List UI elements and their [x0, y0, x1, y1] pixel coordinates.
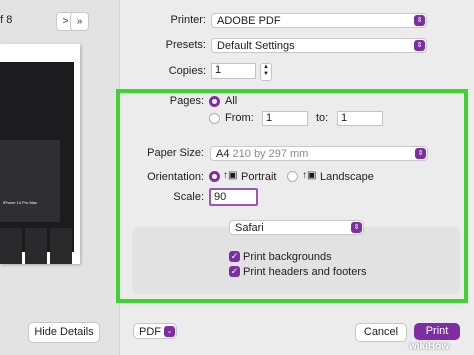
print-backgrounds-checkbox[interactable]: ✓	[229, 251, 240, 262]
paper-size-label: Paper Size:	[147, 147, 204, 159]
scale-field[interactable]: 90	[209, 188, 258, 206]
portrait-radio[interactable]	[209, 171, 220, 182]
checkmark-icon: ✓	[230, 266, 239, 276]
thumbnail-caption: iPhone 14 Pro Max	[3, 200, 38, 205]
pdf-menu-button[interactable]: PDF ⌄	[133, 323, 177, 339]
next-page-button[interactable]: »	[70, 12, 89, 31]
thumbnail-tiles	[0, 228, 74, 264]
print-button[interactable]: Print	[414, 323, 460, 340]
printer-select[interactable]: ADOBE PDF ⇕	[211, 13, 427, 28]
hide-details-button[interactable]: Hide Details	[28, 322, 100, 343]
chevron-updown-icon: ⇕	[414, 15, 425, 26]
presets-value: Default Settings	[217, 40, 295, 52]
page-counter: of 8	[0, 14, 13, 26]
presets-select[interactable]: Default Settings ⇕	[211, 38, 427, 53]
landscape-label: Landscape	[320, 171, 374, 183]
paper-size-dimensions: 210 by 297 mm	[232, 148, 309, 160]
pages-from-label: From:	[225, 112, 254, 124]
pages-to-label: to:	[316, 112, 329, 124]
pages-to-field[interactable]: 1	[337, 111, 383, 126]
orientation-label: Orientation:	[147, 171, 204, 183]
wikihow-watermark: wikiHow	[409, 341, 450, 352]
print-headers-footers-label: Print headers and footers	[243, 266, 367, 278]
pages-all-label: All	[225, 95, 238, 107]
preview-pane: of 8 > » iPhone 14 Pro Max Hide Details	[0, 0, 120, 355]
landscape-orientation-icon: ↑▣	[302, 170, 317, 181]
landscape-radio[interactable]	[287, 171, 298, 182]
pages-from-field[interactable]: 1	[262, 111, 308, 126]
pdf-label: PDF	[139, 326, 161, 338]
double-chevron-right-icon: »	[76, 16, 83, 27]
printer-label: Printer:	[170, 14, 206, 26]
printer-value: ADOBE PDF	[217, 15, 281, 27]
stepper-down-icon[interactable]: ▼	[261, 71, 271, 78]
chevron-updown-icon: ⇕	[415, 148, 426, 159]
checkmark-icon: ✓	[230, 251, 239, 261]
chevron-right-icon: >	[62, 16, 69, 27]
pages-label: Pages:	[169, 95, 204, 107]
chevron-down-icon: ⌄	[164, 326, 175, 337]
thumbnail-photo	[0, 140, 60, 222]
print-headers-footers-checkbox[interactable]: ✓	[229, 266, 240, 277]
scale-label: Scale:	[173, 191, 204, 203]
pages-range-radio[interactable]	[209, 113, 220, 124]
print-backgrounds-label: Print backgrounds	[243, 251, 332, 263]
stepper-up-icon[interactable]: ▲	[261, 64, 271, 71]
copies-label: Copies:	[168, 65, 206, 77]
chevron-updown-icon: ⇕	[351, 222, 362, 233]
page-thumbnail: iPhone 14 Pro Max	[0, 44, 80, 264]
app-options-value: Safari	[235, 222, 264, 234]
app-options-select[interactable]: Safari ⇕	[229, 220, 364, 235]
thumbnail-dark-area: iPhone 14 Pro Max	[0, 62, 74, 264]
paper-size-select[interactable]: A4 210 by 297 mm ⇕	[210, 146, 428, 161]
pages-all-radio[interactable]	[209, 96, 220, 107]
copies-stepper[interactable]: ▲ ▼	[260, 63, 272, 81]
portrait-label: Portrait	[241, 171, 277, 183]
portrait-orientation-icon: ↑▣	[223, 170, 238, 181]
paper-size-value: A4	[216, 148, 230, 160]
presets-label: Presets:	[165, 39, 206, 51]
copies-field[interactable]: 1	[211, 63, 256, 79]
cancel-button[interactable]: Cancel	[355, 323, 407, 342]
chevron-updown-icon: ⇕	[414, 40, 425, 51]
